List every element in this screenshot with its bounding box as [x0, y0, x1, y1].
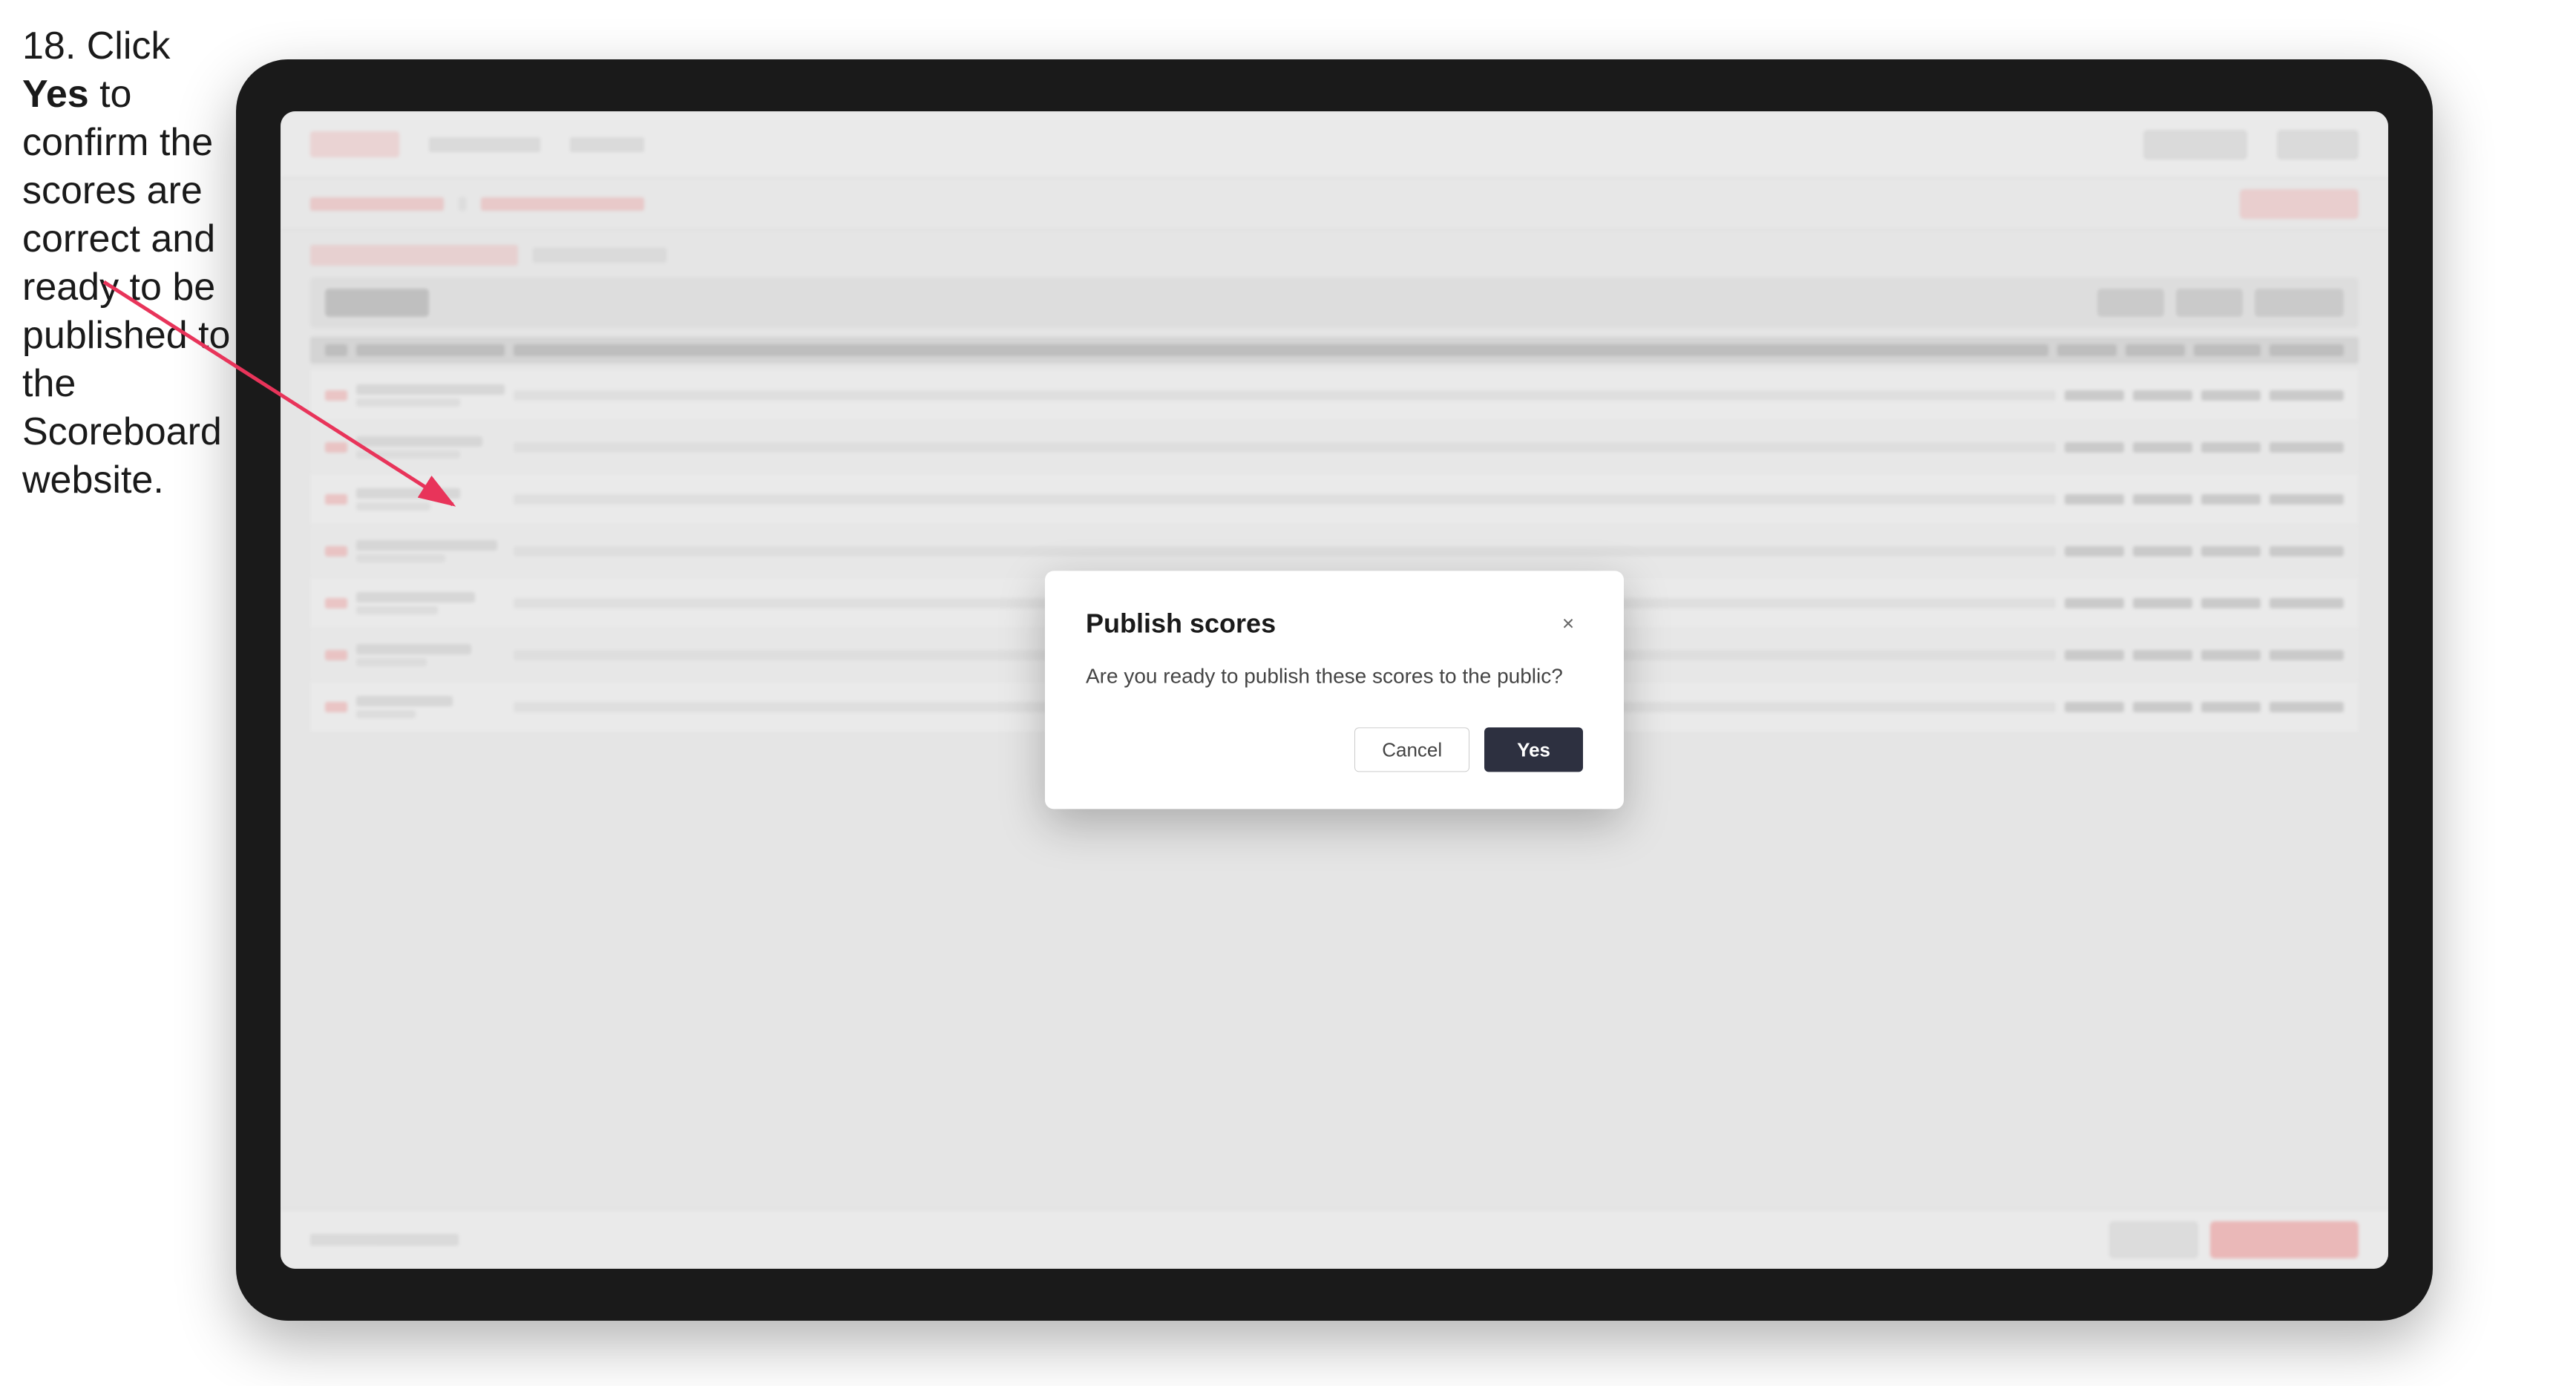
tablet-frame: Publish scores × Are you ready to publis… — [236, 59, 2433, 1321]
tablet-screen: Publish scores × Are you ready to publis… — [281, 111, 2388, 1269]
modal-header: Publish scores × — [1086, 608, 1583, 639]
modal-body-text: Are you ready to publish these scores to… — [1086, 661, 1583, 690]
instruction-bold: Yes — [22, 73, 89, 116]
publish-scores-modal: Publish scores × Are you ready to publis… — [1045, 571, 1624, 809]
cancel-button[interactable]: Cancel — [1354, 728, 1469, 772]
yes-button[interactable]: Yes — [1484, 728, 1583, 772]
modal-close-button[interactable]: × — [1553, 608, 1583, 638]
step-number: 18. — [22, 24, 87, 68]
instruction-text: 18. Click Yes to confirm the scores are … — [22, 22, 237, 505]
modal-title: Publish scores — [1086, 608, 1276, 639]
modal-footer: Cancel Yes — [1086, 728, 1583, 772]
modal-container: Publish scores × Are you ready to publis… — [1045, 571, 1624, 809]
